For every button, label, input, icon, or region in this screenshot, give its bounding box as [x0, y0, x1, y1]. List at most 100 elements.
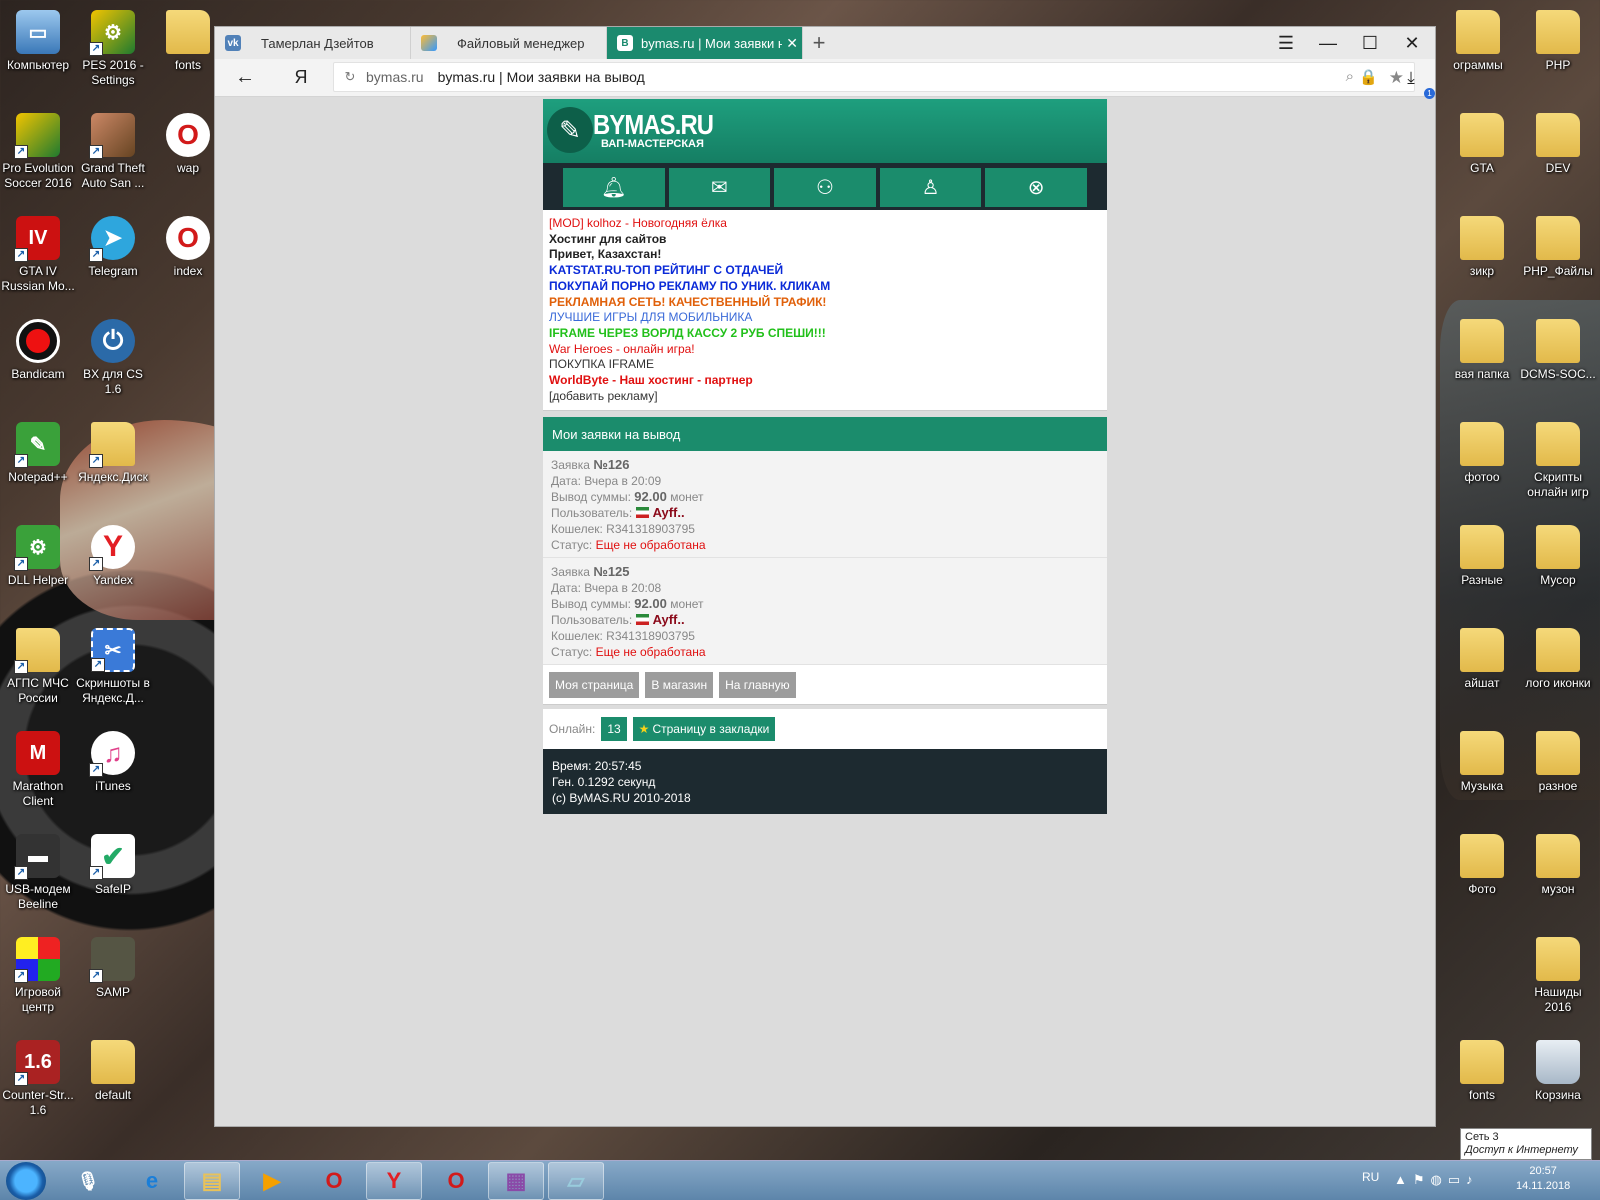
desktop-icon-misc[interactable]: Разные — [1444, 525, 1520, 588]
desktop-icon-logo-icons[interactable]: лого иконки — [1520, 628, 1596, 691]
desktop-icon-pes-settings[interactable]: ⚙ ↗ PES 2016 - Settings — [75, 10, 151, 88]
online-count[interactable]: 13 — [601, 717, 627, 742]
bookmark-button[interactable]: ★ Страницу в закладки — [632, 717, 776, 742]
desktop-icon-photo[interactable]: Фото — [1444, 834, 1520, 897]
desktop-icon-usb-modem[interactable]: ▬ ↗ USB-модем Beeline — [0, 834, 76, 912]
chevron-up-icon[interactable]: ▲ — [1394, 1172, 1413, 1187]
desktop-icon-counter-strike[interactable]: 1.6 ↗ Counter-Str... 1.6 — [0, 1040, 76, 1118]
user-icon[interactable]: ♙ — [879, 168, 982, 207]
desktop-icon-screenshots[interactable]: ✂ ↗ Скриншоты в Яндекс.Д... — [75, 628, 151, 706]
opera-icon[interactable]: O — [428, 1162, 484, 1200]
desktop-icon-marathon[interactable]: M Marathon Client — [0, 731, 76, 809]
opera-icon[interactable]: O — [306, 1162, 362, 1200]
request-user-link[interactable]: Ayff.. — [653, 505, 685, 520]
desktop-icon-itunes[interactable]: ♫ ↗ iTunes — [75, 731, 151, 794]
desktop-icon-computer[interactable]: ▭ Компьютер — [0, 10, 76, 73]
winrar-icon[interactable]: ▦ — [488, 1162, 544, 1200]
network-icon[interactable]: ◍ — [1431, 1172, 1448, 1187]
users-icon[interactable]: ⚇ — [774, 168, 876, 207]
ad-link[interactable]: WorldByte - Наш хостинг - партнер — [549, 373, 1101, 389]
monitor-icon[interactable]: ▭ — [1448, 1172, 1466, 1187]
mail-icon[interactable]: ✉ — [668, 168, 771, 207]
ad-link[interactable]: War Heroes - онлайн игра! — [549, 342, 1101, 358]
reload-icon[interactable]: ↻ — [338, 69, 362, 85]
desktop-icon-php-files[interactable]: PHP_Файлы — [1520, 216, 1596, 279]
ie-icon[interactable]: e — [124, 1162, 180, 1200]
ad-link[interactable]: [добавить рекламу] — [549, 389, 1101, 405]
desktop-icon-scripts[interactable]: Скрипты онлайн игр — [1520, 422, 1596, 500]
desktop-icon-music[interactable]: Музыка — [1444, 731, 1520, 794]
downloads-icon[interactable]: ⤓ 1 — [1391, 59, 1435, 99]
desktop-icon-programs[interactable]: ограммы — [1440, 10, 1516, 73]
desktop-icon-notepad[interactable]: ✎ ↗ Notepad++ — [0, 422, 76, 485]
tab-bymas[interactable]: B bymas.ru | Мои заявки на вывод ✕ — [607, 27, 803, 59]
desktop-icon-pes2016[interactable]: ↗ Pro Evolution Soccer 2016 — [0, 113, 76, 191]
home-link[interactable]: На главную — [719, 672, 796, 699]
ad-link[interactable]: Привет, Казахстан! — [549, 247, 1101, 263]
desktop-icon-yandex[interactable]: Y ↗ Yandex — [75, 525, 151, 588]
bell-icon[interactable]: 🔔︎ — [563, 168, 665, 207]
desktop-icon-dcms[interactable]: DCMS-SOC... — [1520, 319, 1596, 382]
my-page-link[interactable]: Моя страница — [549, 672, 640, 699]
ad-link[interactable]: ПОКУПАЙ ПОРНО РЕКЛАМУ ПО УНИК. КЛИКАМ — [549, 279, 1101, 295]
ad-link[interactable]: ПОКУПКА IFRAME — [549, 357, 1101, 373]
language-indicator[interactable]: RU — [1362, 1170, 1379, 1184]
logo-title[interactable]: BYMAS.RU — [593, 109, 714, 141]
yandex-browser-icon[interactable]: Y — [366, 1162, 422, 1200]
desktop-icon-nasheeds[interactable]: Нашиды 2016 — [1520, 937, 1596, 1015]
desktop-icon-trash-folder[interactable]: Мусор — [1520, 525, 1596, 588]
desktop-icon-gta-sa[interactable]: ↗ Grand Theft Auto San ... — [75, 113, 151, 191]
desktop-icon-samp[interactable]: ↗ SAMP — [75, 937, 151, 1000]
desktop-icon-fonts-right[interactable]: fonts — [1444, 1040, 1520, 1103]
desktop-icon-default[interactable]: default — [75, 1040, 151, 1103]
desktop-icon-photoo[interactable]: фотоо — [1444, 422, 1520, 485]
shop-link[interactable]: В магазин — [645, 672, 714, 699]
start-button[interactable] — [6, 1162, 46, 1200]
desktop-icon-dll-helper[interactable]: ⚙ ↗ DLL Helper — [0, 525, 76, 588]
ad-link[interactable]: [MOD] kolhoz - Новогодняя ёлка — [549, 216, 1101, 232]
desktop-icon-recycle-bin[interactable]: Корзина — [1520, 1040, 1596, 1103]
desktop-icon-safeip[interactable]: ✔ ↗ SafeIP — [75, 834, 151, 897]
ad-link[interactable]: Хостинг для сайтов — [549, 232, 1101, 248]
maximize-button[interactable]: ☐ — [1349, 27, 1391, 59]
ad-link[interactable]: ЛУЧШИЕ ИГРЫ ДЛЯ МОБИЛЬНИКА — [549, 310, 1101, 326]
desktop-icon-gta4[interactable]: IV ↗ GTA IV Russian Mo... — [0, 216, 76, 294]
desktop-icon-zikr[interactable]: зикр — [1444, 216, 1520, 279]
ad-link[interactable]: РЕКЛАМНАЯ СЕТЬ! КАЧЕСТВЕННЫЙ ТРАФИК! — [549, 295, 1101, 311]
desktop-icon-new-folder[interactable]: вая папка — [1444, 319, 1520, 382]
close-circle-icon[interactable]: ⊗ — [985, 168, 1087, 207]
desktop-icon-gta-folder[interactable]: GTA — [1444, 113, 1520, 176]
desktop-icon-telegram[interactable]: ➤ ↗ Telegram — [75, 216, 151, 279]
tab-vk[interactable]: vk Тамерлан Дзейтов — [215, 27, 411, 59]
tab-file-manager[interactable]: Файловый менеджер — [411, 27, 607, 59]
desktop-icon-aishat[interactable]: айшат — [1444, 628, 1520, 691]
desktop-icon-php[interactable]: PHP — [1520, 10, 1596, 73]
volume-icon[interactable]: ♪ — [1466, 1172, 1479, 1187]
desktop-icon-raznoe[interactable]: разное — [1520, 731, 1596, 794]
ad-link[interactable]: KATSTAT.RU-ТОП РЕЙТИНГ С ОТДАЧЕЙ — [549, 263, 1101, 279]
back-button[interactable]: ← — [225, 59, 265, 97]
desktop-icon-yandex-disk[interactable]: ↗ Яндекс.Диск — [75, 422, 151, 485]
search-icon[interactable]: ⌕ — [1346, 68, 1354, 85]
lock-icon[interactable]: 🔒 — [1359, 68, 1378, 86]
new-tab-button[interactable]: + — [803, 27, 835, 59]
microphone-icon[interactable]: 🎙︎ — [60, 1162, 116, 1200]
notepad-icon[interactable]: ▱ — [548, 1162, 604, 1200]
close-window-button[interactable]: ✕ — [1391, 27, 1433, 59]
address-bar[interactable]: ↻ bymas.ru bymas.ru | Мои заявки на выво… — [333, 62, 1415, 92]
desktop-icon-bx-cs[interactable]: ⏻ BX для CS 1.6 — [75, 319, 151, 397]
explorer-icon[interactable]: ▤ — [184, 1162, 240, 1200]
yandex-home-button[interactable]: Я — [281, 59, 321, 97]
desktop-icon-game-center[interactable]: ↗ Игровой центр — [0, 937, 76, 1015]
desktop-icon-bandicam[interactable]: Bandicam — [0, 319, 76, 382]
menu-icon[interactable]: ☰ — [1265, 27, 1307, 59]
desktop-icon-muzon[interactable]: музон — [1520, 834, 1596, 897]
media-player-icon[interactable]: ▶ — [244, 1162, 300, 1200]
ad-link[interactable]: IFRAME ЧЕРЕЗ ВОРЛД КАССУ 2 РУБ СПЕШИ!!! — [549, 326, 1101, 342]
close-tab-icon[interactable]: ✕ — [786, 35, 798, 52]
desktop-icon-agps[interactable]: ↗ АГПС МЧС России — [0, 628, 76, 706]
clock[interactable]: 20:57 14.11.2018 — [1516, 1164, 1570, 1194]
minimize-button[interactable]: — — [1307, 27, 1349, 59]
desktop-icon-dev[interactable]: DEV — [1520, 113, 1596, 176]
request-user-link[interactable]: Ayff.. — [653, 612, 685, 627]
